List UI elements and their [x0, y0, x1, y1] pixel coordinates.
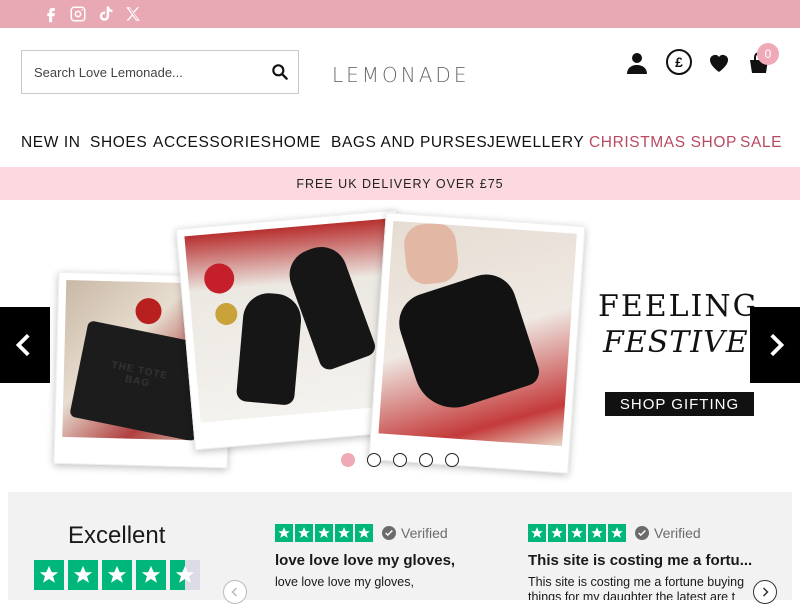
hero-photo-chelsea-boot	[368, 212, 586, 474]
review-title[interactable]: love love love my gloves,	[275, 552, 455, 569]
reviews-prev-button[interactable]	[223, 580, 247, 604]
star-icon	[102, 560, 132, 590]
hero-headline-1: FEELING	[598, 289, 759, 324]
reviews-next-button[interactable]	[753, 580, 777, 604]
nav-item-jewellery[interactable]: JEWELLERY	[487, 134, 584, 152]
carousel-dots	[340, 453, 470, 469]
x-icon[interactable]	[122, 3, 144, 25]
chevron-right-icon	[770, 333, 785, 357]
chevron-left-icon	[231, 587, 238, 597]
verified-badge: Verified	[635, 525, 701, 541]
carousel-next-button[interactable]	[750, 307, 800, 383]
nav-item-home[interactable]: HOME	[272, 134, 321, 152]
social-bar	[0, 0, 800, 28]
facebook-icon[interactable]	[40, 3, 62, 25]
hero-headline-2: FESTIVE	[603, 325, 749, 360]
star-icon	[68, 560, 98, 590]
half-star-icon	[170, 560, 200, 590]
star-icon	[136, 560, 166, 590]
delivery-banner-text: FREE UK DELIVERY OVER £75	[296, 176, 504, 191]
currency-symbol: £	[675, 54, 683, 70]
nav-item-sale[interactable]: SALE	[740, 134, 782, 152]
review-body: This site is costing me a fortune buying…	[528, 575, 745, 600]
trustpilot-reviews: Excellent Verified love love love my glo…	[8, 492, 792, 604]
carousel-dot-1[interactable]	[341, 453, 355, 467]
account-icon[interactable]	[624, 50, 650, 76]
carousel-dot-5[interactable]	[445, 453, 459, 467]
nav-item-christmas-shop[interactable]: CHRISTMAS SHOP	[589, 134, 737, 152]
site-logo[interactable]: LEMONADE	[332, 63, 469, 87]
delivery-banner[interactable]: FREE UK DELIVERY OVER £75	[0, 167, 800, 200]
currency-icon[interactable]: £	[666, 49, 692, 75]
carousel-dot-2[interactable]	[367, 453, 381, 467]
search-icon[interactable]	[270, 62, 290, 82]
check-icon	[382, 526, 396, 540]
review-body: love love love my gloves,	[275, 575, 414, 589]
main-nav: NEW IN SHOES ACCESSORIES HOME BAGS AND P…	[0, 134, 800, 156]
wishlist-icon[interactable]	[706, 50, 732, 76]
carousel-prev-button[interactable]	[0, 307, 50, 383]
nav-item-new-in[interactable]: NEW IN	[21, 134, 81, 152]
shop-gifting-button[interactable]: SHOP GIFTING	[605, 392, 754, 416]
cart-count-badge: 0	[757, 43, 779, 65]
chevron-left-icon	[15, 333, 30, 357]
check-icon	[635, 526, 649, 540]
star-icon	[34, 560, 64, 590]
nav-item-accessories[interactable]: ACCESSORIES	[153, 134, 272, 152]
verified-badge: Verified	[382, 525, 448, 541]
tote-bag-label: THE TOTE BAG	[110, 359, 169, 390]
shop-gifting-label: SHOP GIFTING	[619, 395, 740, 413]
carousel-dot-3[interactable]	[393, 453, 407, 467]
verified-label: Verified	[654, 525, 701, 541]
chevron-right-icon	[762, 587, 769, 597]
search-input[interactable]	[22, 51, 262, 93]
hero-banner[interactable]: THE TOTE BAG FEELING FESTIVE SHOP GIFTIN…	[0, 201, 800, 489]
carousel-dot-4[interactable]	[419, 453, 433, 467]
nav-item-bags-and-purses[interactable]: BAGS AND PURSES	[331, 134, 487, 152]
verified-label: Verified	[401, 525, 448, 541]
instagram-icon[interactable]	[67, 3, 89, 25]
nav-item-shoes[interactable]: SHOES	[90, 134, 147, 152]
review-title[interactable]: This site is costing me a fortu...	[528, 552, 752, 569]
tiktok-icon[interactable]	[95, 3, 117, 25]
search-box	[21, 50, 299, 94]
rating-label: Excellent	[68, 522, 166, 549]
